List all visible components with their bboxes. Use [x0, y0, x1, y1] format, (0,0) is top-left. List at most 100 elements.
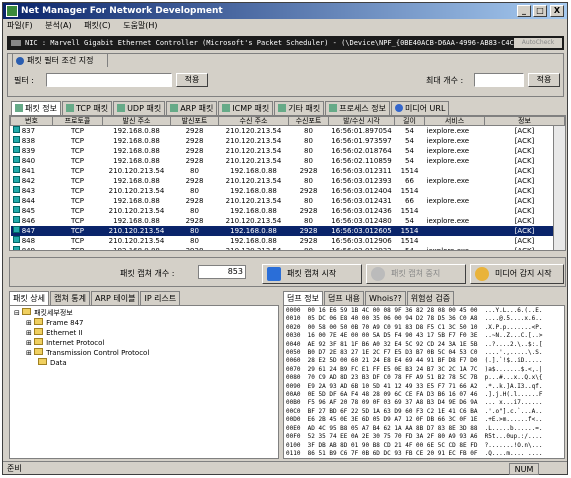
table-row[interactable]: 841 TCP 210.120.213.54 80 192.168.0.88 2928 16…	[11, 166, 565, 176]
max-count-apply-button[interactable]: 적용	[528, 73, 560, 87]
table-cell: 16:56:03.012393	[331, 176, 392, 185]
table-cell: iexplore.exe	[426, 246, 470, 251]
menu-analyze[interactable]: 분석(A)	[45, 21, 71, 30]
column-header[interactable]: 수신 주소	[218, 116, 289, 126]
column-header[interactable]: 발신 주소	[102, 116, 171, 126]
filter-label: 필터 :	[14, 76, 34, 85]
row-icon	[12, 166, 20, 173]
table-cell: iexplore.exe	[426, 126, 470, 135]
packet-tree[interactable]: ⊟ 패킷세부정보 ⊞ Frame 847 ⊞ Ethernet II ⊞ Int…	[9, 305, 279, 459]
column-header[interactable]: 발/수신 시각	[328, 116, 395, 126]
table-row[interactable]: 840 TCP 192.168.0.88 2928 210.120.213.54 80 16…	[11, 156, 565, 166]
tree-root[interactable]: ⊟ 패킷세부정보	[14, 308, 274, 318]
table-row[interactable]: 845 TCP 210.120.213.54 80 192.168.0.88 2928 16…	[11, 206, 565, 216]
table-cell: 210.120.213.54	[225, 176, 282, 185]
packet-table[interactable]: 번호 프로토콜 발신 주소 발신포트 수신 주소 수신포트 발/수신 시각 길이 서비스 정보 8…	[9, 115, 566, 251]
tab-arp-table[interactable]: ARP 테이블	[90, 291, 140, 305]
capture-stop-button[interactable]: 패킷 캡쳐 중지	[366, 264, 466, 284]
media-detect-button[interactable]: 미디어 감지 시작	[470, 264, 564, 284]
tree-item[interactable]: Data	[14, 358, 274, 368]
tab-tcp[interactable]: TCP 패킷	[61, 101, 113, 115]
table-cell: TCP	[52, 226, 103, 236]
detail-panel: 패킷 상세 캡쳐 통계 ARP 테이블 IP 리스트 ⊟ 패킷세부정보 ⊞ Frame…	[9, 291, 279, 459]
table-cell: 80	[170, 226, 219, 236]
column-header[interactable]: 발신포트	[170, 116, 219, 126]
capture-start-button[interactable]: 패킷 캡쳐 시작	[262, 264, 362, 284]
auto-check-button[interactable]: AutoCheck	[514, 38, 562, 48]
status-bar: 준비 NUM	[3, 461, 567, 475]
filter-tab[interactable]: 패킷 필터 조건 지정	[12, 53, 108, 67]
menu-packet[interactable]: 패킷(C)	[84, 21, 111, 30]
table-row[interactable]: 837 TCP 192.168.0.88 2928 210.120.213.54 80 16…	[11, 126, 565, 137]
table-row[interactable]: 843 TCP 210.120.213.54 80 192.168.0.88 2928 16…	[11, 186, 565, 196]
hex-line: 00D0 E6 2B 45 0E 3E 6D 05 D9 A7 12 0F DB…	[286, 416, 543, 424]
tab-dump-info[interactable]: 덤프 정보	[283, 291, 323, 305]
row-icon	[12, 176, 20, 183]
tab-ip-list[interactable]: IP 리스트	[140, 291, 181, 305]
table-cell: 1514	[400, 186, 419, 195]
tab-capture-stats[interactable]: 캡쳐 통계	[49, 291, 90, 305]
minimize-button[interactable]: _	[517, 5, 531, 17]
table-cell: 80	[304, 136, 313, 145]
table-row[interactable]: 839 TCP 192.168.0.88 2928 210.120.213.54 80 16…	[11, 146, 565, 156]
table-row[interactable]: 838 TCP 192.168.0.88 2928 210.120.213.54 80 16…	[11, 136, 565, 146]
tree-item[interactable]: ⊞ Transmission Control Protocol	[14, 348, 274, 358]
tab-dump-content[interactable]: 덤프 내용	[323, 291, 364, 305]
tree-item[interactable]: ⊞ Internet Protocol	[14, 338, 274, 348]
filter-apply-button[interactable]: 적용	[176, 73, 208, 87]
tab-whois[interactable]: Whois??	[364, 291, 406, 305]
column-header[interactable]: 서비스	[424, 116, 485, 126]
table-row[interactable]: 848 TCP 210.120.213.54 80 192.168.0.88 2928 16…	[11, 236, 565, 246]
table-cell: 2928	[288, 226, 329, 236]
close-button[interactable]: X	[550, 5, 564, 17]
column-header[interactable]: 번호	[10, 116, 53, 126]
table-row[interactable]: 847 TCP 210.120.213.54 80 192.168.0.88 2928 16…	[10, 226, 565, 236]
column-header[interactable]: 프로토콜	[52, 116, 103, 126]
tab-arp[interactable]: ARP 패킷	[166, 101, 218, 115]
hex-dump[interactable]: 0000 00 16 E6 59 1B 4C 00 08 9F 36 82 28…	[283, 305, 565, 459]
tab-icmp[interactable]: ICMP 패킷	[218, 101, 274, 115]
table-row[interactable]: 846 TCP 192.168.0.88 2928 210.120.213.54 80 16…	[11, 216, 565, 226]
menu-file[interactable]: 파일(F)	[7, 21, 33, 30]
tab-udp[interactable]: UDP 패킷	[113, 101, 166, 115]
maximize-button[interactable]: □	[533, 5, 547, 17]
tab-other[interactable]: 기타 패킷	[274, 101, 325, 115]
row-icon	[12, 236, 20, 243]
table-row[interactable]: 844 TCP 192.168.0.88 2928 210.120.213.54 80 16…	[11, 196, 565, 206]
table-cell: 2928	[185, 176, 204, 185]
magnifier-icon	[15, 104, 23, 112]
tab-process[interactable]: 프로세스 정보	[325, 101, 390, 115]
column-header[interactable]: 정보	[484, 116, 565, 126]
tab-packet-info[interactable]: 패킷 정보	[11, 101, 61, 115]
table-cell	[424, 226, 485, 236]
folder-icon	[34, 328, 44, 335]
table-row[interactable]: 842 TCP 192.168.0.88 2928 210.120.213.54 80 16…	[11, 176, 565, 186]
tab-risk-check[interactable]: 위험성 검증	[406, 291, 455, 305]
table-cell: 54	[405, 146, 414, 155]
table-cell: 54	[405, 156, 414, 165]
table-cell	[425, 166, 485, 176]
column-header[interactable]: 길이	[394, 116, 425, 126]
hex-line: 00A0 0E 5D DF 6A F4 48 28 09 6C CE FA D3…	[286, 391, 543, 399]
column-header[interactable]: 수신포트	[288, 116, 329, 126]
table-cell: 192.168.0.88	[230, 206, 277, 215]
table-cell: 16:56:02.110859	[331, 156, 392, 165]
table-cell: TCP	[71, 176, 84, 185]
tree-item[interactable]: ⊞ Ethernet II	[14, 328, 274, 338]
table-cell: 210.120.213.54	[108, 186, 165, 195]
packet-icon	[222, 104, 231, 112]
table-cell: 846	[11, 216, 53, 226]
packet-icon	[170, 104, 179, 112]
max-count-input[interactable]	[474, 73, 524, 87]
table-row[interactable]: 849 TCP 192.168.0.88 2928 210.120.213.54 80 16…	[11, 246, 565, 251]
filter-input[interactable]	[46, 73, 172, 87]
tab-packet-detail[interactable]: 패킷 상세	[9, 291, 49, 305]
hex-line: 0040 AE 92 3F 81 1F B6 A0 32 E4 5C 92 CD…	[286, 340, 543, 348]
capture-panel: 패킷 캡쳐 개수 : 853 패킷 캡쳐 시작 패킷 캡쳐 중지 미디어 감지 …	[9, 257, 566, 287]
menu-help[interactable]: 도움말(H)	[123, 21, 157, 30]
table-cell: 2928	[185, 146, 204, 155]
tree-item[interactable]: ⊞ Frame 847	[14, 318, 274, 328]
tab-media-url[interactable]: 미디어 URL	[390, 101, 450, 115]
table-cell: 192.168.0.88	[113, 196, 160, 205]
table-scrollbar[interactable]	[553, 126, 565, 250]
